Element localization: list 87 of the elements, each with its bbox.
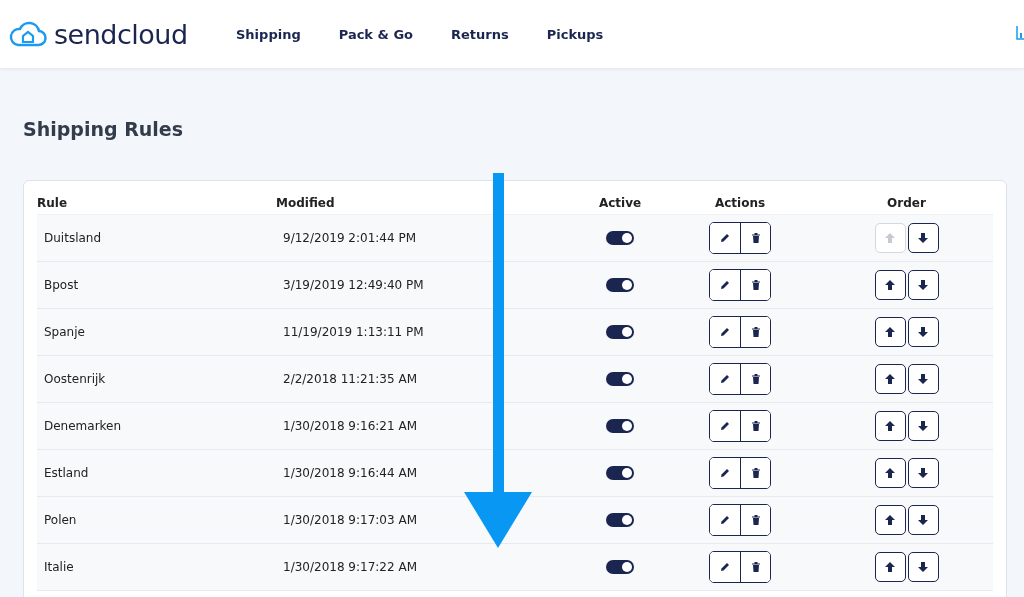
- arrow-down-icon: [917, 420, 929, 432]
- modified-date: 1/30/2018 9:16:21 AM: [283, 419, 417, 433]
- rule-name: Spanje: [44, 325, 85, 339]
- delete-button[interactable]: [740, 223, 770, 253]
- arrow-up-icon: [884, 467, 896, 479]
- arrow-up-icon: [884, 373, 896, 385]
- modified-date: 2/2/2018 11:21:35 AM: [283, 372, 417, 386]
- logo-text: sendcloud: [54, 18, 188, 50]
- chart-icon[interactable]: [1016, 24, 1024, 40]
- pencil-icon: [719, 514, 731, 526]
- delete-button[interactable]: [740, 270, 770, 300]
- trash-icon: [749, 514, 762, 526]
- pencil-icon: [719, 467, 731, 479]
- active-toggle[interactable]: [606, 419, 634, 433]
- move-down-button[interactable]: [907, 458, 939, 488]
- pencil-icon: [719, 420, 731, 432]
- arrow-down-icon: [917, 373, 929, 385]
- nav-link[interactable]: Pack & Go: [338, 26, 413, 42]
- active-toggle[interactable]: [606, 325, 634, 339]
- modified-date: 1/30/2018 9:17:03 AM: [283, 513, 417, 527]
- delete-button[interactable]: [740, 505, 770, 535]
- arrow-down-icon: [917, 326, 929, 338]
- move-up-button[interactable]: [874, 364, 906, 394]
- modified-date: 3/19/2019 12:49:40 PM: [283, 278, 424, 292]
- rule-name: Italie: [44, 560, 74, 574]
- delete-button[interactable]: [740, 458, 770, 488]
- move-down-button[interactable]: [907, 317, 939, 347]
- arrow-down-icon: [917, 467, 929, 479]
- move-up-button[interactable]: [874, 505, 906, 535]
- pencil-icon: [719, 373, 731, 385]
- modified-date: 9/12/2019 2:01:44 PM: [283, 231, 416, 245]
- move-up-button[interactable]: [874, 552, 906, 582]
- delete-button[interactable]: [740, 364, 770, 394]
- pencil-icon: [719, 561, 731, 573]
- arrow-up-icon: [884, 232, 896, 244]
- arrow-down-icon: [917, 561, 929, 573]
- arrow-up-icon: [884, 279, 896, 291]
- rule-name: Oostenrijk: [44, 372, 106, 386]
- rule-name: Estland: [44, 466, 89, 480]
- modified-date: 11/19/2019 1:13:11 PM: [283, 325, 424, 339]
- rule-name: Bpost: [44, 278, 79, 292]
- nav-link[interactable]: Shipping: [236, 26, 301, 42]
- active-toggle[interactable]: [606, 560, 634, 574]
- move-down-button[interactable]: [907, 505, 939, 535]
- active-toggle[interactable]: [606, 231, 634, 245]
- rule-name: Denemarken: [44, 419, 122, 433]
- move-down-button[interactable]: [907, 411, 939, 441]
- trash-icon: [749, 420, 762, 432]
- trash-icon: [749, 232, 762, 244]
- delete-button[interactable]: [740, 552, 770, 582]
- move-down-button[interactable]: [907, 223, 939, 253]
- modified-date: 1/30/2018 9:17:22 AM: [283, 560, 417, 574]
- arrow-up-icon: [884, 514, 896, 526]
- nav-link[interactable]: Returns: [451, 26, 509, 42]
- cloud-house-icon: [8, 21, 48, 47]
- trash-icon: [749, 326, 762, 338]
- rule-name: Duitsland: [44, 231, 102, 245]
- trash-icon: [749, 373, 762, 385]
- nav-link[interactable]: Pickups: [546, 26, 604, 42]
- modified-date: 1/30/2018 9:16:44 AM: [283, 466, 417, 480]
- arrow-down-icon: [917, 232, 929, 244]
- delete-button[interactable]: [740, 411, 770, 441]
- active-toggle[interactable]: [606, 466, 634, 480]
- move-up-button[interactable]: [874, 411, 906, 441]
- trash-icon: [749, 279, 762, 291]
- move-up-button[interactable]: [874, 317, 906, 347]
- active-toggle[interactable]: [606, 372, 634, 386]
- pencil-icon: [719, 232, 731, 244]
- pencil-icon: [719, 326, 731, 338]
- active-toggle[interactable]: [606, 278, 634, 292]
- move-down-button[interactable]: [907, 270, 939, 300]
- move-up-button[interactable]: [874, 270, 906, 300]
- trash-icon: [749, 467, 762, 479]
- active-toggle[interactable]: [606, 513, 634, 527]
- pencil-icon: [719, 279, 731, 291]
- move-down-button[interactable]: [907, 552, 939, 582]
- arrow-down-icon: [917, 514, 929, 526]
- arrow-down-icon: [917, 279, 929, 291]
- rule-name: Polen: [44, 513, 77, 527]
- page-title: Shipping Rules: [23, 118, 185, 140]
- arrow-up-icon: [884, 561, 896, 573]
- move-down-button[interactable]: [907, 364, 939, 394]
- delete-button[interactable]: [740, 317, 770, 347]
- arrow-up-icon: [884, 420, 896, 432]
- arrow-up-icon: [884, 326, 896, 338]
- move-up-button[interactable]: [874, 458, 906, 488]
- trash-icon: [749, 561, 762, 573]
